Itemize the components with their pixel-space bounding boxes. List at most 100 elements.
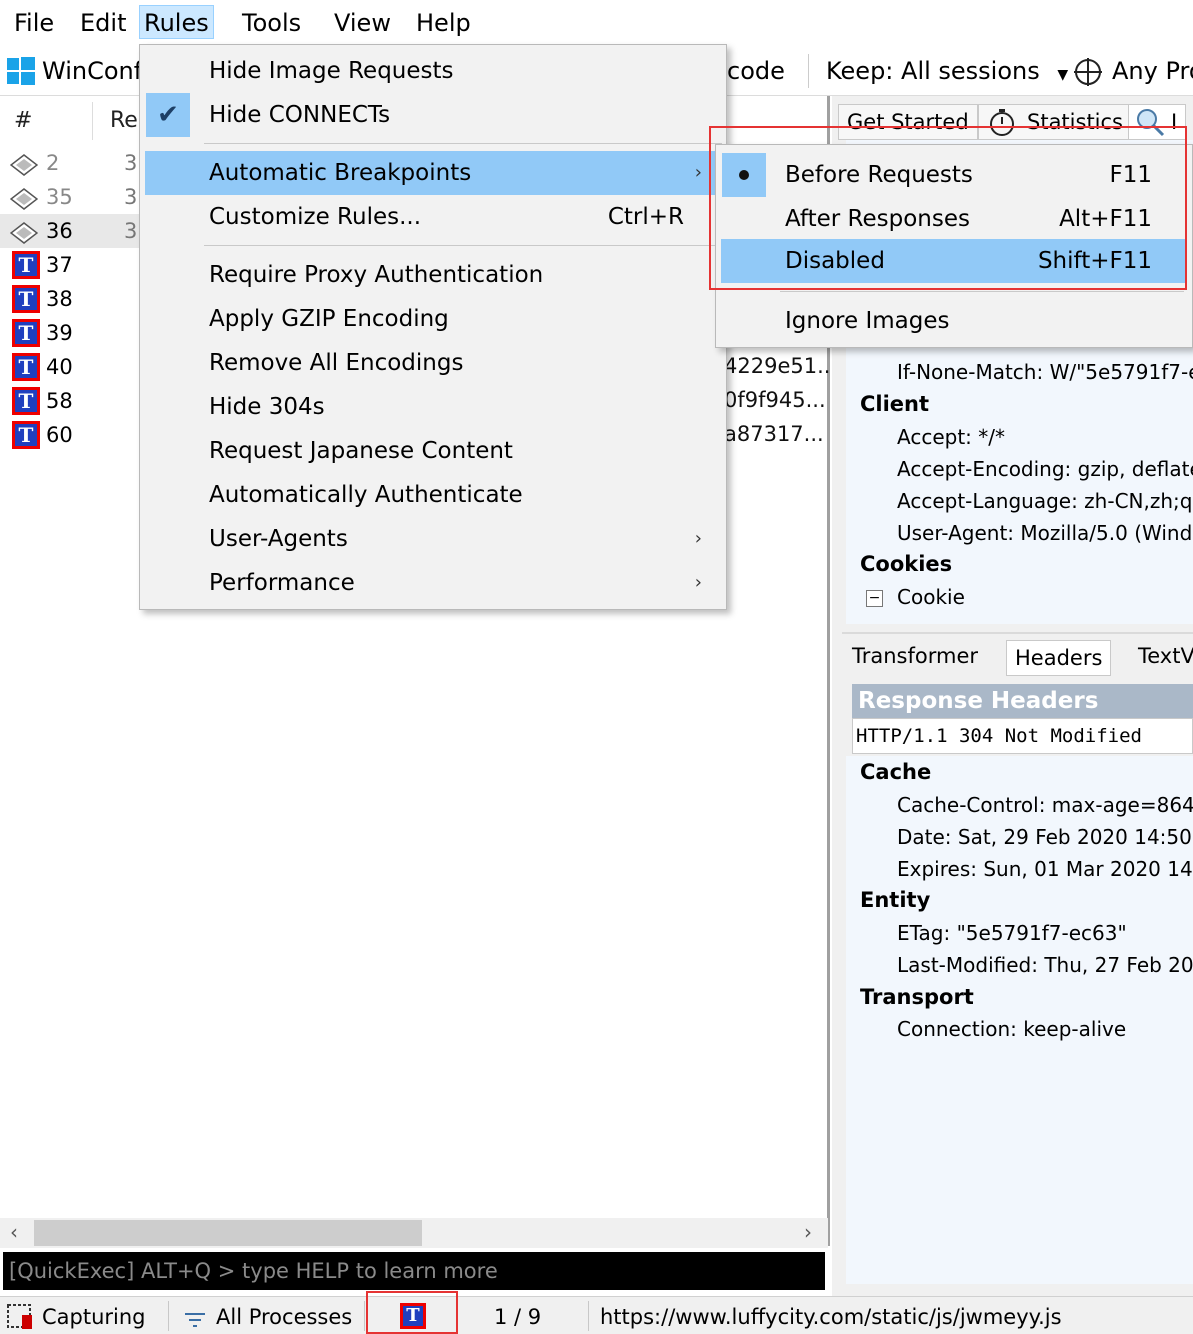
- header-line: ETag: "5e5791f7-ec63": [897, 921, 1127, 945]
- header-line: User-Agent: Mozilla/5.0 (Windo: [897, 521, 1193, 545]
- menu-item-user-agents[interactable]: User-Agents ›: [140, 517, 726, 561]
- menu-item-performance[interactable]: Performance ›: [140, 561, 726, 605]
- session-number: 40: [46, 355, 73, 379]
- menu-file[interactable]: File: [10, 6, 58, 40]
- menu-item-remove-encodings[interactable]: Remove All Encodings: [140, 341, 726, 385]
- header-line: Accept-Encoding: gzip, deflate,: [897, 457, 1193, 481]
- session-row[interactable]: T 58: [0, 384, 140, 418]
- menu-edit[interactable]: Edit: [76, 6, 130, 40]
- session-number: 37: [46, 253, 73, 277]
- session-row[interactable]: 36 3: [0, 214, 140, 248]
- any-process-button[interactable]: Any Pro: [1112, 54, 1193, 88]
- menu-item-label: Customize Rules...: [209, 204, 422, 230]
- header-line: Cache-Control: max-age=8640: [897, 793, 1193, 817]
- menu-item-hide-304s[interactable]: Hide 304s: [140, 385, 726, 429]
- submenu-item-after-responses[interactable]: After Responses Alt+F11: [716, 197, 1192, 241]
- session-row[interactable]: T 60: [0, 418, 140, 452]
- header-group-cache[interactable]: Cache: [860, 760, 931, 784]
- tab-textview[interactable]: TextV: [1138, 644, 1193, 668]
- menu-shortcut: F11: [1109, 162, 1153, 188]
- scroll-right-icon[interactable]: ›: [804, 1220, 812, 1244]
- tab-headers[interactable]: Headers: [1006, 640, 1112, 676]
- submenu-arrow-icon: ›: [694, 572, 702, 593]
- inspector-tabs: Get Started Statistics I: [836, 96, 1193, 140]
- column-header-result[interactable]: Re: [110, 108, 138, 133]
- submenu-item-disabled[interactable]: Disabled Shift+F11: [721, 239, 1187, 283]
- decode-button[interactable]: code: [727, 54, 785, 88]
- scrollbar-thumb[interactable]: [34, 1220, 422, 1246]
- quickexec-input[interactable]: [QuickExec] ALT+Q > type HELP to learn m…: [3, 1252, 825, 1290]
- stopwatch-icon: [987, 107, 1017, 137]
- tab-get-started[interactable]: Get Started: [838, 104, 978, 140]
- menu-item-automatic-breakpoints[interactable]: Automatic Breakpoints ›: [145, 151, 721, 195]
- header-group-cookies[interactable]: Cookies: [860, 552, 952, 576]
- column-header-number[interactable]: #: [14, 108, 32, 133]
- tunnel-icon: [9, 186, 39, 210]
- magnifier-icon: [1135, 107, 1165, 137]
- tab-transformer[interactable]: Transformer: [852, 644, 978, 668]
- menu-item-label: Hide Image Requests: [209, 58, 454, 84]
- breakpoint-icon: T: [12, 251, 40, 279]
- menu-item-label: Performance: [209, 570, 355, 596]
- session-row[interactable]: T 40: [0, 350, 140, 384]
- keep-sessions-dropdown[interactable]: Keep: All sessions ▼: [826, 54, 1068, 92]
- header-group-transport[interactable]: Transport: [860, 985, 974, 1009]
- menu-tools[interactable]: Tools: [238, 6, 305, 40]
- capturing-label[interactable]: Capturing: [42, 1305, 146, 1329]
- menu-item-hide-connects[interactable]: Hide CONNECTs: [140, 93, 726, 137]
- tab-inspectors[interactable]: I: [1128, 104, 1187, 140]
- submenu-item-before-requests[interactable]: Before Requests F11: [716, 153, 1192, 197]
- menu-rules[interactable]: Rules: [139, 5, 214, 39]
- session-hash-cell: a87317...: [724, 422, 824, 446]
- session-row[interactable]: T 38: [0, 282, 140, 316]
- header-line: Date: Sat, 29 Feb 2020 14:50:: [897, 825, 1193, 849]
- tunnel-icon: [9, 220, 39, 244]
- session-row[interactable]: T 39: [0, 316, 140, 350]
- menu-view[interactable]: View: [330, 6, 395, 40]
- tunnel-icon: [9, 152, 39, 176]
- breakpoint-icon: T: [12, 285, 40, 313]
- header-group-entity[interactable]: Entity: [860, 888, 930, 912]
- menu-item-apply-gzip[interactable]: Apply GZIP Encoding: [140, 297, 726, 341]
- breakpoints-submenu: Before Requests F11 After Responses Alt+…: [715, 144, 1193, 348]
- menu-shortcut: Alt+F11: [1059, 206, 1152, 232]
- session-number: 35: [46, 185, 73, 209]
- session-number: 36: [46, 219, 73, 243]
- session-row[interactable]: 35 3: [0, 180, 140, 214]
- session-row[interactable]: T 37: [0, 248, 140, 282]
- breakpoint-icon: T: [12, 319, 40, 347]
- collapse-icon[interactable]: −: [866, 590, 883, 607]
- capturing-icon[interactable]: [6, 1303, 36, 1331]
- menu-separator: [204, 143, 722, 144]
- response-status-line: HTTP/1.1 304 Not Modified: [852, 718, 1193, 754]
- status-bar: Capturing All Processes T 1 / 9 https://…: [0, 1296, 1193, 1334]
- header-group-client[interactable]: Client: [860, 392, 929, 416]
- menu-item-auto-authenticate[interactable]: Automatically Authenticate: [140, 473, 726, 517]
- menu-item-request-japanese[interactable]: Request Japanese Content: [140, 429, 726, 473]
- session-result: 3: [124, 151, 138, 175]
- header-line: If-None-Match: W/"5e5791f7-e: [897, 360, 1193, 384]
- windows-logo-icon: [6, 56, 36, 86]
- column-divider: [92, 102, 93, 140]
- menu-item-label: Request Japanese Content: [209, 438, 513, 464]
- session-row[interactable]: 23: [0, 146, 140, 180]
- tab-statistics-label: Statistics: [1027, 110, 1123, 134]
- tab-statistics[interactable]: Statistics: [978, 104, 1132, 140]
- menu-help[interactable]: Help: [412, 6, 475, 40]
- winconfig-button[interactable]: WinConf: [42, 54, 142, 88]
- menu-item-hide-image-requests[interactable]: Hide Image Requests: [140, 49, 726, 93]
- menu-item-require-proxy-auth[interactable]: Require Proxy Authentication: [140, 253, 726, 297]
- crosshair-icon[interactable]: [1073, 57, 1103, 87]
- process-filter[interactable]: All Processes: [216, 1305, 352, 1329]
- header-line-cookie[interactable]: Cookie: [897, 585, 965, 609]
- menu-shortcut: Ctrl+R: [607, 204, 684, 230]
- scroll-left-icon[interactable]: ‹: [10, 1220, 18, 1244]
- header-line: Accept: */*: [897, 425, 1005, 449]
- breakpoint-status-icon[interactable]: T: [400, 1303, 426, 1329]
- menu-bar: File Edit Rules Tools View Help: [0, 0, 1193, 46]
- submenu-item-ignore-images[interactable]: Ignore Images: [716, 299, 1192, 343]
- menu-item-label: Automatically Authenticate: [209, 482, 523, 508]
- filter-icon: [184, 1309, 206, 1327]
- menu-item-customize-rules[interactable]: Customize Rules... Ctrl+R: [140, 195, 726, 239]
- menu-item-label: Hide CONNECTs: [209, 102, 391, 128]
